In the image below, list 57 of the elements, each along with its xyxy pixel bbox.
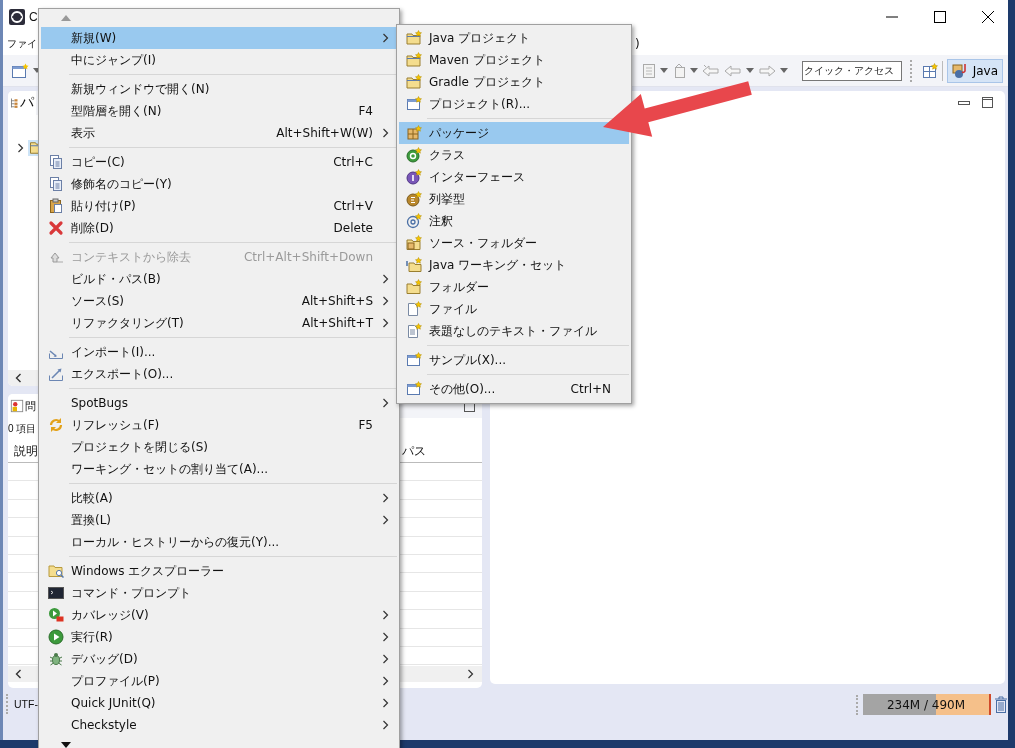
- menu-item[interactable]: インターフェース: [399, 166, 629, 188]
- menu-item[interactable]: SpotBugs: [41, 392, 397, 414]
- menu-item[interactable]: 新規ウィンドウで開く(N): [41, 78, 397, 100]
- menu-item[interactable]: デバッグ(D): [41, 648, 397, 670]
- menu-item[interactable]: ソース・フォルダー: [399, 232, 629, 254]
- menu-item[interactable]: リフレッシュ(F) F5: [41, 414, 397, 436]
- menu-item[interactable]: Maven プロジェクト: [399, 49, 629, 71]
- menu-item[interactable]: 列挙型: [399, 188, 629, 210]
- menu-item[interactable]: その他(O)... Ctrl+N: [399, 378, 629, 400]
- menu-item[interactable]: 修飾名のコピー(Y): [41, 173, 397, 195]
- menu-bar-item[interactable]: ): [635, 37, 640, 51]
- menu-item[interactable]: インポート(I)...: [41, 341, 397, 363]
- view-tab[interactable]: 問: [8, 394, 38, 418]
- menu-item[interactable]: ビルド・パス(B): [41, 268, 397, 290]
- menu-item[interactable]: ワーキング・セットの割り当て(A)...: [41, 458, 397, 480]
- menu-item[interactable]: コピー(C) Ctrl+C: [41, 151, 397, 173]
- menu-item[interactable]: リファクタリング(T) Alt+Shift+T: [41, 312, 397, 334]
- column-header[interactable]: パス: [396, 442, 482, 460]
- menu-item[interactable]: Java ワーキング・セット: [399, 254, 629, 276]
- perspective-button[interactable]: Java: [946, 58, 1003, 83]
- menu-item[interactable]: 貼り付け(P) Ctrl+V: [41, 195, 397, 217]
- menu-item[interactable]: プロファイル(P): [41, 670, 397, 692]
- menu-item[interactable]: Java プロジェクト: [399, 27, 629, 49]
- menu-item[interactable]: フォルダー: [399, 276, 629, 298]
- view-tab[interactable]: パ: [8, 91, 36, 115]
- menu-item[interactable]: 表示 Alt+Shift+W(W): [41, 122, 397, 144]
- menu-item[interactable]: 注釈: [399, 210, 629, 232]
- menu-item[interactable]: 型階層を開く(N) F4: [41, 100, 397, 122]
- menu-item[interactable]: サンプル(X)...: [399, 349, 629, 371]
- menu-item[interactable]: ローカル・ヒストリーからの復元(Y)...: [41, 531, 397, 553]
- menu-item[interactable]: Gradle プロジェクト: [399, 71, 629, 93]
- menu-item[interactable]: 中にジャンプ(I): [41, 49, 397, 71]
- encoding-label: UTF-: [14, 697, 38, 712]
- menu-item[interactable]: Quick JUnit(Q): [41, 692, 397, 714]
- quick-access-field[interactable]: クイック・アクセス: [801, 60, 902, 81]
- menu-item[interactable]: ソース(S) Alt+Shift+S: [41, 290, 397, 312]
- menu-item[interactable]: カバレッジ(V): [41, 604, 397, 626]
- menu-item[interactable]: プロジェクト(R)...: [399, 93, 629, 115]
- menu-item[interactable]: 削除(D) Delete: [41, 217, 397, 239]
- menu-item[interactable]: 新規(W): [41, 27, 397, 49]
- problems-summary: 0 項目: [8, 422, 37, 436]
- memory-bar[interactable]: 234M / 490M: [863, 694, 991, 715]
- menu-item[interactable]: Windows エクスプローラー: [41, 560, 397, 582]
- memory-reading: 234M / 490M: [886, 697, 966, 712]
- menu-item[interactable]: 表題なしのテキスト・ファイル: [399, 320, 629, 342]
- menu-item[interactable]: エクスポート(O)...: [41, 363, 397, 385]
- menu-item[interactable]: プロジェクトを閉じる(S): [41, 436, 397, 458]
- menu-item[interactable]: クラス: [399, 144, 629, 166]
- menu-item[interactable]: 置換(L): [41, 509, 397, 531]
- menu-item[interactable]: 実行(R): [41, 626, 397, 648]
- menu-item[interactable]: ファイル: [399, 298, 629, 320]
- menu-item[interactable]: Checkstyle: [41, 714, 397, 736]
- window-title: C: [29, 9, 38, 24]
- menu-bar-item[interactable]: ファイ: [7, 37, 37, 51]
- menu-item[interactable]: 比較(A): [41, 487, 397, 509]
- menu-item[interactable]: コマンド・プロンプト: [41, 582, 397, 604]
- menu-item[interactable]: パッケージ: [399, 122, 629, 144]
